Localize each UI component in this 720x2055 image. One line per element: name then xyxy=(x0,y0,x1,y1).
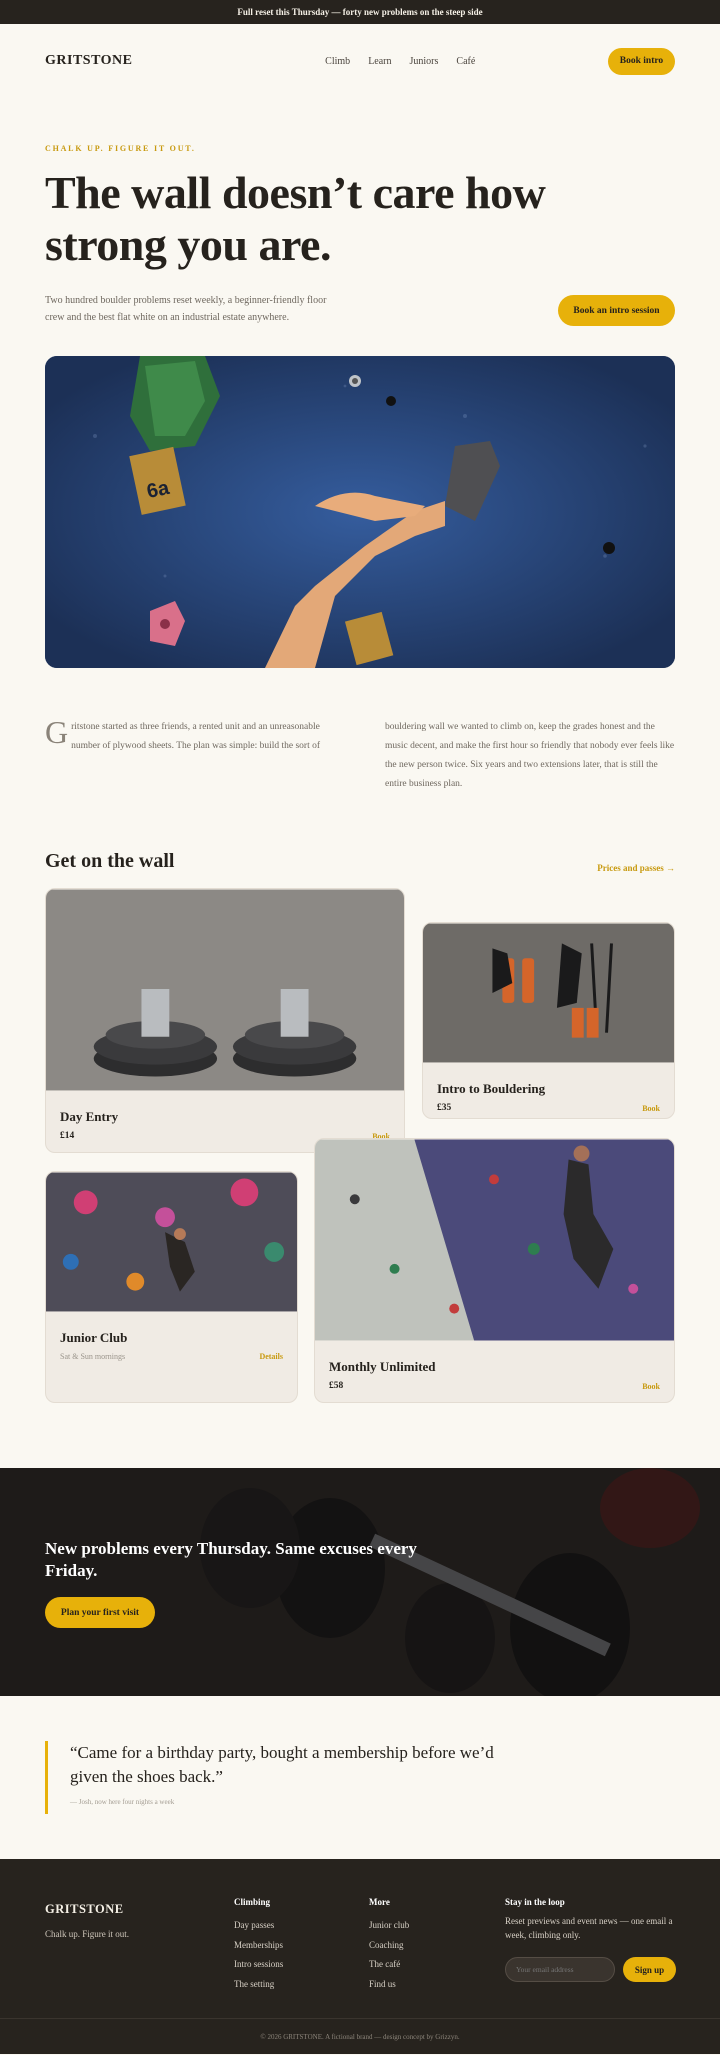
footer-link-junior-club[interactable]: Junior club xyxy=(369,1916,409,1936)
hero-eyebrow: CHALK UP. FIGURE IT OUT. xyxy=(45,144,196,153)
nav-link-learn[interactable]: Learn xyxy=(368,56,391,67)
testimonial-quote: “Came for a birthday party, bought a mem… xyxy=(70,1743,494,1786)
testimonial-author: — Josh, now here four nights a week xyxy=(70,1798,175,1806)
card-day-entry[interactable]: Day Entry £14 Book xyxy=(45,888,405,1153)
card-title: Monthly Unlimited xyxy=(329,1359,436,1374)
card-title: Junior Club xyxy=(60,1330,128,1345)
footer-tagline: Chalk up. Figure it out. xyxy=(45,1929,129,1939)
card-title: Day Entry xyxy=(60,1109,119,1124)
banner-heading: New problems every Thursday. Same excuse… xyxy=(45,1539,417,1580)
prices-passes-link[interactable]: Prices and passes → xyxy=(597,863,675,873)
card-book-link[interactable]: Book xyxy=(642,1382,660,1391)
wall-climber-image xyxy=(315,1139,674,1341)
footer-link-memberships[interactable]: Memberships xyxy=(234,1936,283,1956)
site-header: GRITSTONE Climb Learn Juniors Café Book … xyxy=(0,24,720,98)
hero-description: Two hundred boulder problems reset weekl… xyxy=(45,294,327,323)
card-price: £14 xyxy=(60,1131,75,1141)
footer-link-the-setting[interactable]: The setting xyxy=(234,1975,283,1995)
story-column-1: Gritstone started as three friends, a re… xyxy=(45,714,335,843)
card-price: £35 xyxy=(437,1103,452,1113)
story-column-2: bouldering wall we wanted to climb on, k… xyxy=(385,722,675,789)
about-story: Gritstone started as three friends, a re… xyxy=(0,668,720,843)
story-text-1: ritstone started as three friends, a ren… xyxy=(71,722,321,751)
footer-link-day-passes[interactable]: Day passes xyxy=(234,1916,283,1936)
announcement-bar: Full reset this Thursday — forty new pro… xyxy=(0,0,720,24)
nav-link-climb[interactable]: Climb xyxy=(325,56,350,67)
cta-banner: New problems every Thursday. Same excuse… xyxy=(0,1468,720,1696)
newsletter-signup-button[interactable]: Sign up xyxy=(623,1957,676,1982)
nav-link-juniors[interactable]: Juniors xyxy=(410,56,439,67)
book-intro-session-button[interactable]: Book an intro session xyxy=(558,295,675,326)
footer-link-find-us[interactable]: Find us xyxy=(369,1975,409,1995)
passes-section-header: Get on the wall Prices and passes → xyxy=(0,843,720,873)
card-monthly-unlimited[interactable]: Monthly Unlimited £58 Book xyxy=(314,1138,675,1403)
site-footer: GRITSTONE Chalk up. Figure it out. Climb… xyxy=(0,1859,720,2054)
dropcap: G xyxy=(45,714,69,750)
card-junior-club[interactable]: Junior Club Sat & Sun mornings Details xyxy=(45,1171,298,1403)
footer-copyright: © 2026 GRITSTONE. A fictional brand — de… xyxy=(0,2018,720,2054)
passes-heading: Get on the wall xyxy=(45,850,175,872)
card-intro-bouldering[interactable]: Intro to Bouldering £35 Book xyxy=(422,922,675,1119)
newsletter-heading: Stay in the loop xyxy=(505,1897,565,1907)
pass-cards: Day Entry £14 Book Intro to Bouldering £… xyxy=(0,888,720,1438)
newsletter-email-input[interactable] xyxy=(505,1957,615,1982)
card-title: Intro to Bouldering xyxy=(437,1081,546,1096)
footer-link-intro-sessions[interactable]: Intro sessions xyxy=(234,1955,283,1975)
footer-more-heading: More xyxy=(369,1897,390,1907)
footer-climbing-heading: Climbing xyxy=(234,1897,271,1907)
book-intro-button[interactable]: Book intro xyxy=(607,47,675,75)
hero-section: CHALK UP. FIGURE IT OUT. The wall doesn’… xyxy=(0,98,720,326)
brand-logo[interactable]: GRITSTONE xyxy=(45,53,133,69)
card-price: £58 xyxy=(329,1381,344,1391)
card-book-link[interactable]: Book xyxy=(642,1104,660,1113)
main-nav: Climb Learn Juniors Café xyxy=(325,56,475,67)
footer-brand[interactable]: GRITSTONE xyxy=(45,1902,129,1917)
footer-link-coaching[interactable]: Coaching xyxy=(369,1936,409,1956)
hero-title: The wall doesn’t care how strong you are… xyxy=(45,167,546,270)
hero-image: 6a xyxy=(45,356,675,668)
junior-climbing-image xyxy=(46,1172,297,1312)
card-schedule: Sat & Sun mornings xyxy=(60,1352,126,1361)
testimonial: “Came for a birthday party, bought a mem… xyxy=(0,1696,720,1859)
newsletter-text: Reset previews and event news — one emai… xyxy=(505,1916,673,1940)
nav-link-cafe[interactable]: Café xyxy=(456,56,475,67)
footer-link-cafe[interactable]: The café xyxy=(369,1955,409,1975)
card-details-link[interactable]: Details xyxy=(259,1352,283,1361)
weights-image xyxy=(46,889,404,1091)
plan-first-visit-button[interactable]: Plan your first visit xyxy=(45,1597,155,1628)
gear-image xyxy=(423,923,674,1063)
hero-photo-illustration: 6a xyxy=(45,356,675,668)
